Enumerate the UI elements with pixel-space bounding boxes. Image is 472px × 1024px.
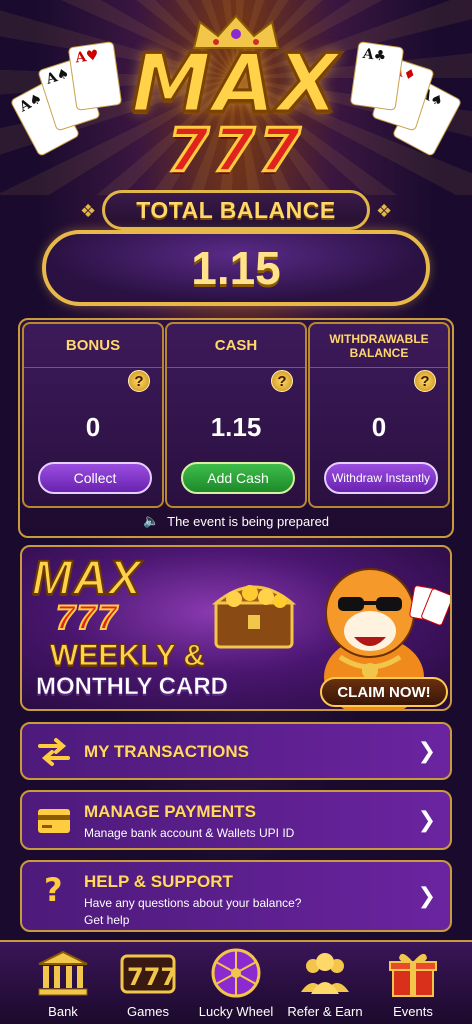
question-icon: ? bbox=[44, 874, 63, 904]
cash-card: CASH ? 1.15 Add Cash bbox=[165, 322, 307, 508]
help-support-subtitle: Have any questions about your balance? bbox=[84, 896, 302, 910]
add-cash-button[interactable]: Add Cash bbox=[181, 462, 295, 494]
manage-payments-subtitle: Manage bank account & Wallets UPI ID bbox=[84, 826, 295, 840]
ornament-left-icon: ❖ bbox=[80, 201, 97, 221]
chevron-right-icon: ❯ bbox=[417, 883, 436, 908]
banner-line2: MONTHLY CARD bbox=[36, 673, 229, 701]
chevron-right-icon: ❯ bbox=[417, 738, 436, 763]
withdrawable-help-icon[interactable]: ? bbox=[414, 370, 436, 392]
bonus-label: BONUS bbox=[24, 324, 162, 368]
gift-icon bbox=[389, 953, 437, 997]
total-balance-value: 1.15 bbox=[42, 230, 430, 306]
logo-777-text: 777 bbox=[166, 116, 305, 186]
nav-bank-label: Bank bbox=[48, 1004, 78, 1019]
card-icon bbox=[38, 809, 70, 833]
bonus-value: 0 bbox=[85, 412, 101, 442]
my-transactions-row[interactable]: MY TRANSACTIONS ❯ bbox=[20, 722, 452, 780]
slot-777-icon: 777 bbox=[120, 954, 176, 994]
logo-max-text: MAX bbox=[130, 37, 341, 130]
nav-refer-earn[interactable]: Refer & Earn bbox=[278, 942, 372, 1024]
manage-payments-title: MANAGE PAYMENTS bbox=[84, 802, 256, 821]
collect-button[interactable]: Collect bbox=[38, 462, 152, 494]
weekly-monthly-card-banner[interactable]: MAX 777 WEEKLY & MONTHLY CARD CLAIM NOW! bbox=[20, 545, 452, 711]
bottom-nav: Bank 777 Games Lucky Wheel Refer & Earn bbox=[0, 940, 472, 1024]
nav-events-label: Events bbox=[393, 1004, 433, 1019]
cash-value: 1.15 bbox=[210, 412, 262, 442]
help-support-title: HELP & SUPPORT bbox=[84, 872, 233, 891]
help-support-row[interactable]: ? HELP & SUPPORT Have any questions abou… bbox=[20, 860, 452, 932]
claim-now-button[interactable]: CLAIM NOW! bbox=[320, 677, 448, 707]
nav-events[interactable]: Events bbox=[366, 942, 460, 1024]
nav-games[interactable]: 777 Games bbox=[101, 942, 195, 1024]
nav-refer-earn-label: Refer & Earn bbox=[287, 1004, 363, 1019]
wheel-icon bbox=[211, 948, 261, 998]
total-balance-label: TOTAL BALANCE bbox=[102, 190, 370, 230]
speaker-icon: 🔈 bbox=[142, 513, 160, 528]
svg-text:?: ? bbox=[44, 874, 63, 904]
event-notice: 🔈 The event is being prepared bbox=[24, 508, 448, 534]
nav-lucky-wheel-label: Lucky Wheel bbox=[198, 1004, 274, 1019]
ornament-right-icon: ❖ bbox=[376, 201, 393, 221]
event-text: The event is being prepared bbox=[167, 513, 330, 529]
bonus-help-icon[interactable]: ? bbox=[128, 370, 150, 392]
get-help-text: Get help bbox=[84, 913, 130, 927]
cash-help-icon[interactable]: ? bbox=[271, 370, 293, 392]
banner-brand-number: 777 bbox=[55, 598, 119, 638]
treasure-chest-icon bbox=[211, 585, 297, 649]
manage-payments-row[interactable]: MANAGE PAYMENTS Manage bank account & Wa… bbox=[20, 790, 452, 850]
nav-games-label: Games bbox=[127, 1004, 169, 1019]
people-icon bbox=[301, 953, 349, 994]
svg-text:777: 777 bbox=[127, 963, 176, 991]
nav-lucky-wheel[interactable]: Lucky Wheel bbox=[189, 942, 283, 1024]
withdrawable-value: 0 bbox=[371, 412, 387, 442]
withdraw-instantly-button[interactable]: Withdraw Instantly bbox=[324, 462, 438, 494]
cash-label: CASH bbox=[167, 324, 305, 368]
withdrawable-card: WITHDRAWABLE BALANCE ? 0 Withdraw Instan… bbox=[308, 322, 450, 508]
my-transactions-title: MY TRANSACTIONS bbox=[84, 742, 249, 761]
bonus-card: BONUS ? 0 Collect bbox=[22, 322, 164, 508]
transfer-arrows-icon bbox=[38, 738, 70, 766]
banner-brand: MAX bbox=[31, 551, 142, 606]
logo-header: A♠ A♠ A♥ A♠ A♦ A♣ MAX 777 bbox=[0, 0, 472, 195]
banner-line1: WEEKLY & bbox=[49, 639, 206, 673]
nav-bank[interactable]: Bank bbox=[16, 942, 110, 1024]
withdrawable-label: WITHDRAWABLE BALANCE bbox=[310, 324, 448, 368]
bank-icon bbox=[38, 950, 88, 996]
chevron-right-icon: ❯ bbox=[417, 807, 436, 832]
